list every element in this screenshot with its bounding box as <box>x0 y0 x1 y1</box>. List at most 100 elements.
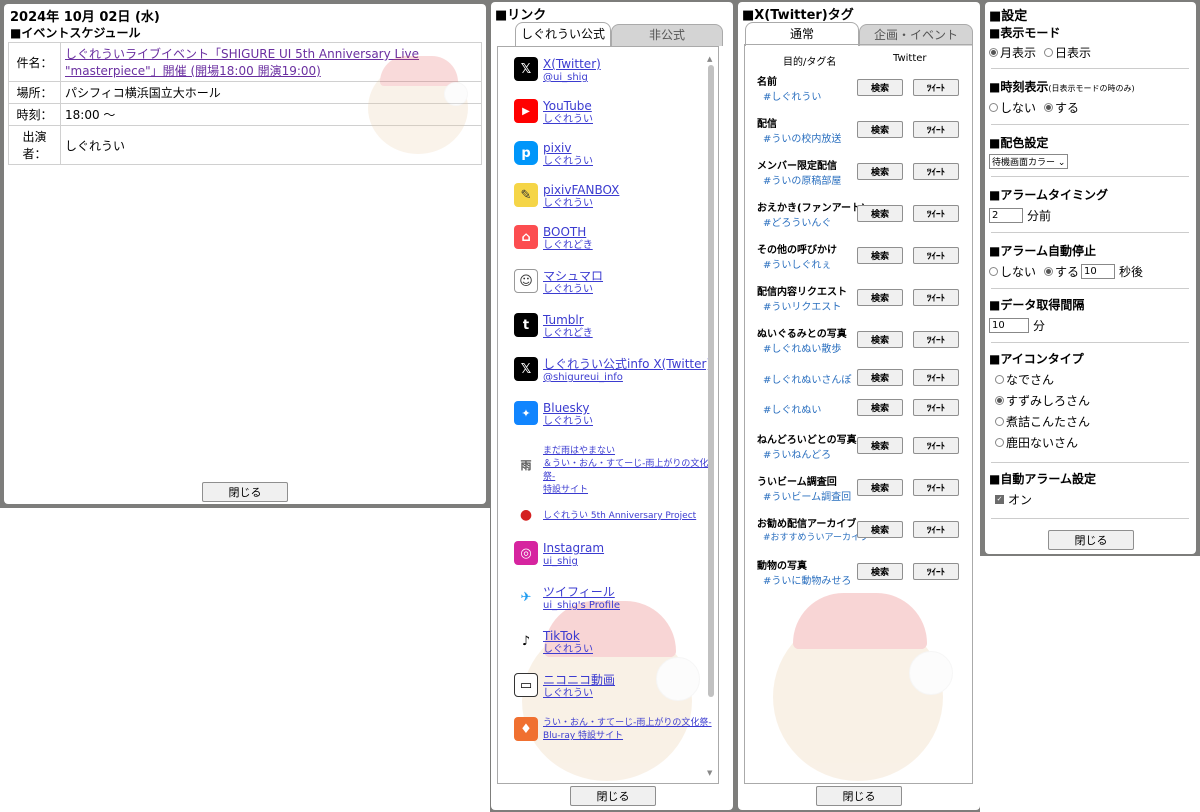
search-button[interactable]: 検索 <box>857 369 903 386</box>
search-button[interactable]: 検索 <box>857 399 903 416</box>
link-fanbox[interactable]: ✎ pixivFANBOX しぐれうい <box>514 183 619 211</box>
instagram-icon: ◎ <box>514 541 538 565</box>
tweet-button[interactable]: ﾂｲｰﾄ <box>913 369 959 386</box>
tag-row: #しぐれぬい <box>763 405 822 416</box>
link-twpf[interactable]: ✈ ツイフィール ui_shig's Profile <box>514 585 620 613</box>
marshmallow-icon: ☺ <box>514 269 538 293</box>
fetch-interval-input[interactable] <box>989 318 1029 333</box>
settings-title: ■設定 <box>989 9 1028 24</box>
event-schedule-panel: 2024年 10月 02日 (水) ■イベントスケジュール 件名： しぐれういラ… <box>4 4 486 504</box>
alarm-timing-input[interactable] <box>989 208 1023 223</box>
tag-row: 動物の写真 #ういに動物みせろ <box>757 561 852 587</box>
link-x-twitter[interactable]: 𝕏 X(Twitter) @ui_shig <box>514 57 601 85</box>
tweet-button[interactable]: ﾂｲｰﾄ <box>913 331 959 348</box>
radio-icon-4[interactable] <box>995 438 1004 447</box>
radio-icon-3[interactable] <box>995 417 1004 426</box>
search-button[interactable]: 検索 <box>857 163 903 180</box>
radio-time-on[interactable] <box>1044 103 1054 112</box>
tag-row: 配信内容リクエスト #ういリクエスト <box>757 287 847 313</box>
header-twitter: Twitter <box>893 53 927 64</box>
alarm-stop-input[interactable] <box>1081 264 1116 279</box>
settings-close-button[interactable]: 閉じる <box>1048 530 1134 550</box>
links-close-button[interactable]: 閉じる <box>570 786 656 806</box>
color-select[interactable]: 待機画面カラー ⌄ <box>989 154 1069 169</box>
search-button[interactable]: 検索 <box>857 331 903 348</box>
tab-normal[interactable]: 通常 <box>745 22 859 46</box>
links-scrollbar[interactable]: ▲ ▼ <box>707 55 715 777</box>
icon-type-group: ■アイコンタイプ なでさん すずみしろさん 煮詰こんたさん 鹿田ないさん <box>989 352 1091 450</box>
link-bluray[interactable]: ♦ うい・おん・すてーじ-雨上がりの文化祭- Blu-ray 特設サイト <box>514 717 712 743</box>
tweet-button[interactable]: ﾂｲｰﾄ <box>913 563 959 580</box>
tweet-button[interactable]: ﾂｲｰﾄ <box>913 163 959 180</box>
tweet-button[interactable]: ﾂｲｰﾄ <box>913 399 959 416</box>
tag-row: おえかき(ファンアート) #どろういんぐ <box>757 203 866 229</box>
search-button[interactable]: 検索 <box>857 79 903 96</box>
links-title: ■リンク <box>495 8 547 23</box>
radio-stop-on[interactable] <box>1044 267 1054 276</box>
fanbox-icon: ✎ <box>514 183 538 207</box>
event-close-button[interactable]: 閉じる <box>202 482 288 502</box>
link-marshmallow[interactable]: ☺ マシュマロ しぐれうい <box>514 269 603 297</box>
search-button[interactable]: 検索 <box>857 121 903 138</box>
divider <box>991 176 1189 177</box>
x-icon: 𝕏 <box>514 57 538 81</box>
tweet-button[interactable]: ﾂｲｰﾄ <box>913 437 959 454</box>
link-booth[interactable]: ⌂ BOOTH しぐれどき <box>514 225 593 253</box>
link-instagram[interactable]: ◎ Instagram ui_shig <box>514 541 604 569</box>
fetch-interval-group: ■データ取得間隔 分 <box>989 296 1189 334</box>
tag-row: お勧め配信アーカイブ #おすすめういアーカイブ <box>757 519 870 543</box>
scroll-down-icon[interactable]: ▼ <box>707 769 712 777</box>
links-panel: ■リンク しぐれうい公式 非公式 𝕏 X(Twitter) @ui_shig ▶ … <box>491 2 733 810</box>
divider <box>991 124 1189 125</box>
link-youtube[interactable]: ▶ YouTube しぐれうい <box>514 99 593 127</box>
radio-day[interactable] <box>1044 48 1054 57</box>
tag-row: その他の呼びかけ #ういしぐれぇ <box>757 245 837 271</box>
search-button[interactable]: 検索 <box>857 205 903 222</box>
bluesky-icon: ✦ <box>514 401 538 425</box>
link-pixiv[interactable]: p pixiv しぐれうい <box>514 141 593 169</box>
search-button[interactable]: 検索 <box>857 521 903 538</box>
tweet-button[interactable]: ﾂｲｰﾄ <box>913 247 959 264</box>
radio-time-off[interactable] <box>989 103 998 112</box>
scroll-up-icon[interactable]: ▲ <box>707 55 712 63</box>
settings-panel: ■設定 ■表示モード 月表示 日表示 ■時刻表示(日表示モードの時のみ) しない… <box>985 2 1196 554</box>
display-mode-group: ■表示モード 月表示 日表示 <box>989 26 1092 60</box>
search-button[interactable]: 検索 <box>857 247 903 264</box>
search-button[interactable]: 検索 <box>857 289 903 306</box>
tag-row: ういビーム調査回 #ういビーム調査回 <box>757 477 852 503</box>
search-button[interactable]: 検索 <box>857 479 903 496</box>
link-tiktok[interactable]: ♪ TikTok しぐれうい <box>514 629 593 657</box>
tweet-button[interactable]: ﾂｲｰﾄ <box>913 121 959 138</box>
link-rain-site[interactable]: 雨 まだ雨はやまない ＆うい・おん・すてーじ-雨上がりの文化祭- 特設サイト <box>514 445 718 497</box>
tumblr-icon: t <box>514 313 538 337</box>
twpf-icon: ✈ <box>514 585 538 609</box>
link-bluesky[interactable]: ✦ Bluesky しぐれうい <box>514 401 593 429</box>
bluray-icon: ♦ <box>514 717 538 741</box>
tweet-button[interactable]: ﾂｲｰﾄ <box>913 79 959 96</box>
tweet-button[interactable]: ﾂｲｰﾄ <box>913 479 959 496</box>
tab-official[interactable]: しぐれうい公式 <box>515 22 611 46</box>
tweet-button[interactable]: ﾂｲｰﾄ <box>913 289 959 306</box>
pixiv-icon: p <box>514 141 538 165</box>
tag-row: ぬいぐるみとの写真 #しぐれぬい散歩 <box>757 329 847 355</box>
link-tumblr[interactable]: t Tumblr しぐれどき <box>514 313 593 341</box>
tweet-button[interactable]: ﾂｲｰﾄ <box>913 205 959 222</box>
scroll-thumb[interactable] <box>708 65 714 697</box>
link-anniversary[interactable]: ● しぐれうい 5th Anniversary Project <box>514 503 696 527</box>
auto-alarm-checkbox[interactable]: ✓ <box>995 495 1004 504</box>
radio-icon-1[interactable] <box>995 375 1004 384</box>
radio-stop-off[interactable] <box>989 267 998 276</box>
tab-events[interactable]: 企画・イベント <box>859 24 973 46</box>
tweet-button[interactable]: ﾂｲｰﾄ <box>913 521 959 538</box>
divider <box>991 68 1189 69</box>
youtube-icon: ▶ <box>514 99 538 123</box>
radio-icon-2[interactable] <box>995 396 1004 405</box>
link-x-info[interactable]: 𝕏 しぐれうい公式info X(Twitter) @shigureui_info <box>514 357 711 385</box>
tags-close-button[interactable]: 閉じる <box>816 786 902 806</box>
radio-month[interactable] <box>989 48 998 57</box>
tab-unofficial[interactable]: 非公式 <box>611 24 723 46</box>
search-button[interactable]: 検索 <box>857 437 903 454</box>
divider <box>991 288 1189 289</box>
search-button[interactable]: 検索 <box>857 563 903 580</box>
link-niconico[interactable]: ▭ ニコニコ動画 しぐれうい <box>514 673 615 701</box>
